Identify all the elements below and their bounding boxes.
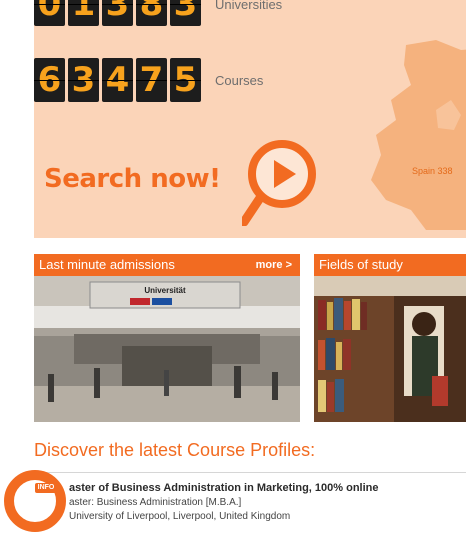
universities-digits: 0 1 3 8 3 (34, 0, 201, 26)
digit: 8 (136, 0, 167, 26)
panel-header: Fields of study (314, 254, 466, 276)
courses-label: Courses (215, 72, 264, 88)
digit: 3 (102, 0, 133, 26)
fields-of-study-panel: Fields of study (314, 254, 466, 422)
hero-banner: Spain 338 0 1 3 8 3 Universities 6 3 4 7… (34, 0, 466, 238)
digit: 3 (68, 58, 99, 102)
more-link[interactable]: more > (256, 254, 292, 276)
digit: 5 (170, 58, 201, 102)
panel-header: Last minute admissions more > (34, 254, 300, 276)
highlight-circle (4, 470, 66, 532)
digit: 0 (34, 0, 65, 26)
station-sign-text: Universität (144, 286, 186, 295)
search-now-link[interactable]: Search now! (44, 164, 221, 194)
courses-digits: 6 3 4 7 5 (34, 58, 201, 102)
course-university: University of Liverpool, Liverpool, Unit… (69, 511, 291, 522)
divider (34, 472, 466, 473)
station-photo[interactable]: Universität (34, 276, 300, 422)
digit: 1 (68, 0, 99, 26)
digit: 7 (136, 58, 167, 102)
universities-label: Universities (215, 0, 283, 12)
courses-counter: 6 3 4 7 5 Courses (34, 58, 263, 102)
course-profiles-heading: Discover the latest Course Profiles: (34, 440, 316, 460)
panel-title[interactable]: Fields of study (319, 257, 403, 272)
course-degree: aster: Business Administration [M.B.A.] (69, 497, 242, 508)
course-title-link[interactable]: aster of Business Administration in Mark… (69, 482, 379, 494)
last-minute-admissions-panel: Last minute admissions more > Universitä… (34, 254, 300, 422)
universities-counter: 0 1 3 8 3 Universities (34, 0, 282, 26)
magnifier-play-icon[interactable] (242, 136, 332, 226)
digit: 4 (102, 58, 133, 102)
info-badge[interactable]: INFO (35, 483, 57, 493)
map-country-label[interactable]: Spain 338 (412, 166, 453, 176)
digit: 6 (34, 58, 65, 102)
europe-map-illustration (371, 40, 466, 230)
panel-title[interactable]: Last minute admissions (39, 257, 175, 272)
digit: 3 (170, 0, 201, 26)
library-photo[interactable] (314, 276, 466, 422)
